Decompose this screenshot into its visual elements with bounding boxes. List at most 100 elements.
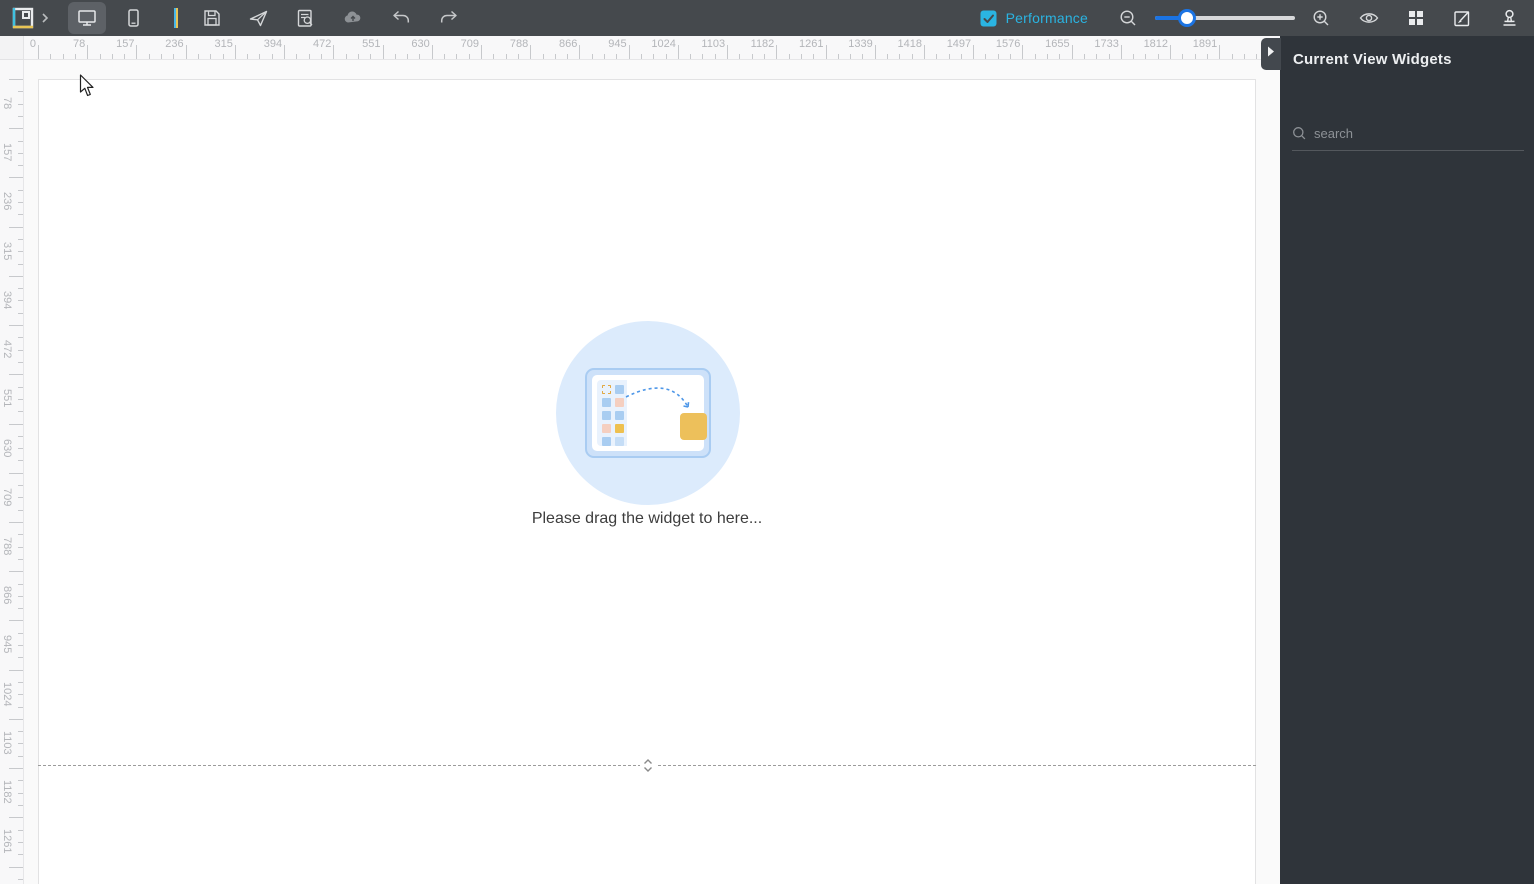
cloud-upload-icon — [342, 7, 364, 29]
ruler-label: 472 — [312, 38, 332, 50]
drag-arrow-icon — [625, 387, 690, 408]
preview-report-icon[interactable] — [295, 8, 316, 29]
ruler-label: 945 — [1, 635, 13, 654]
ruler-label: 1103 — [1, 731, 13, 755]
ruler-minor-tick — [800, 54, 802, 59]
ruler-major-tick — [382, 45, 384, 59]
ruler-label: 1261 — [799, 38, 824, 50]
widget-grid-icon[interactable] — [1406, 8, 1426, 28]
ruler-label: 1733 — [1094, 38, 1119, 50]
ruler-minor-tick — [18, 657, 23, 659]
ruler-minor-tick — [18, 632, 23, 634]
mobile-view-button[interactable] — [114, 2, 152, 34]
ruler-major-tick — [431, 45, 433, 59]
ruler-minor-tick — [18, 583, 23, 585]
ruler-label: 315 — [1, 241, 13, 261]
ruler-major-tick — [923, 45, 925, 59]
ruler-label: 1024 — [651, 38, 676, 50]
ruler-minor-tick — [653, 54, 655, 59]
panel-collapse-button[interactable] — [1261, 38, 1281, 70]
text-cursor-separator-icon — [174, 8, 178, 28]
ruler-minor-tick — [911, 54, 913, 59]
ruler-minor-tick — [788, 54, 790, 59]
ruler-minor-tick — [18, 103, 23, 105]
ruler-major-tick — [579, 45, 581, 59]
ruler-minor-tick — [1256, 54, 1258, 59]
ruler-major-tick — [480, 45, 482, 59]
performance-check-icon — [979, 9, 998, 28]
dashboard-designer-app: Performance 0 78 157 236 315 394 472 551… — [0, 0, 1534, 884]
undo-icon[interactable] — [390, 7, 412, 29]
ruler-minor-tick — [18, 854, 23, 856]
ruler-minor-tick — [18, 841, 23, 843]
app-logo-icon[interactable] — [12, 7, 34, 29]
ruler-minor-tick — [18, 312, 23, 314]
ruler-minor-tick — [357, 54, 359, 59]
ruler-minor-tick — [18, 349, 23, 351]
ruler-minor-tick — [18, 214, 23, 216]
ruler-minor-tick — [18, 91, 23, 93]
ruler-minor-tick — [887, 54, 889, 59]
zoom-out-icon[interactable] — [1118, 8, 1139, 29]
edit-compose-icon[interactable] — [1452, 8, 1473, 29]
redo-icon[interactable] — [438, 7, 460, 29]
ruler-label: 1261 — [1, 829, 13, 854]
ruler-label: 236 — [165, 38, 184, 50]
ruler-minor-tick — [247, 54, 249, 59]
save-icon[interactable] — [202, 8, 222, 28]
design-canvas[interactable]: Please drag the widget to here... — [24, 60, 1280, 884]
top-toolbar: Performance — [0, 0, 1534, 36]
view-height-expander[interactable] — [640, 754, 656, 776]
publish-paper-plane-icon[interactable] — [248, 8, 269, 29]
ruler-minor-tick — [18, 288, 23, 290]
ruler-minor-tick — [124, 54, 126, 59]
desktop-view-button[interactable] — [68, 2, 106, 34]
ruler-minor-tick — [1034, 54, 1036, 59]
preview-eye-icon[interactable] — [1358, 7, 1380, 29]
ruler-minor-tick — [394, 54, 396, 59]
ruler-minor-tick — [936, 54, 938, 59]
ruler-label: 315 — [214, 38, 233, 50]
stamp-user-icon[interactable] — [1499, 8, 1520, 29]
panel-title: Current View Widgets — [1293, 51, 1452, 68]
ruler-label: 1339 — [848, 38, 873, 50]
ruler-major-tick — [9, 866, 23, 868]
ruler-label: 78 — [1, 97, 13, 110]
ruler-label: 709 — [1, 487, 13, 507]
ruler-label: 630 — [1, 438, 13, 457]
ruler-minor-tick — [468, 54, 470, 59]
chevron-down-icon — [644, 766, 652, 772]
zoom-slider-handle[interactable] — [1178, 9, 1197, 27]
ruler-minor-tick — [308, 54, 310, 59]
zoom-in-icon[interactable] — [1311, 8, 1332, 29]
ruler-label: 788 — [1, 537, 13, 556]
ruler-minor-tick — [18, 238, 23, 240]
ruler-minor-tick — [960, 54, 962, 59]
ruler-minor-tick — [370, 54, 372, 59]
ruler-minor-tick — [18, 829, 23, 831]
ruler-major-tick — [628, 45, 630, 59]
expand-menu-chevron-icon[interactable] — [40, 12, 50, 24]
ruler-minor-tick — [985, 54, 987, 59]
ruler-minor-tick — [763, 54, 765, 59]
ruler-minor-tick — [850, 54, 852, 59]
ruler-minor-tick — [18, 202, 23, 204]
ruler-minor-tick — [62, 54, 64, 59]
widget-search-input[interactable] — [1314, 126, 1494, 141]
ruler-minor-tick — [18, 189, 23, 191]
ruler-major-tick — [87, 45, 89, 59]
ruler-minor-tick — [18, 337, 23, 339]
ruler-minor-tick — [665, 54, 667, 59]
ruler-major-tick — [234, 45, 236, 59]
ruler-minor-tick — [18, 534, 23, 536]
ruler-minor-tick — [739, 54, 741, 59]
ruler-minor-tick — [1194, 54, 1196, 59]
drag-placeholder-text: Please drag the widget to here... — [531, 510, 763, 527]
ruler-major-tick — [677, 45, 679, 59]
ruler-minor-tick — [862, 54, 864, 59]
zoom-slider[interactable] — [1155, 9, 1295, 27]
ruler-minor-tick — [591, 54, 593, 59]
ruler-minor-tick — [18, 509, 23, 511]
ruler-major-tick — [185, 45, 187, 59]
performance-button[interactable]: Performance — [979, 9, 1088, 28]
